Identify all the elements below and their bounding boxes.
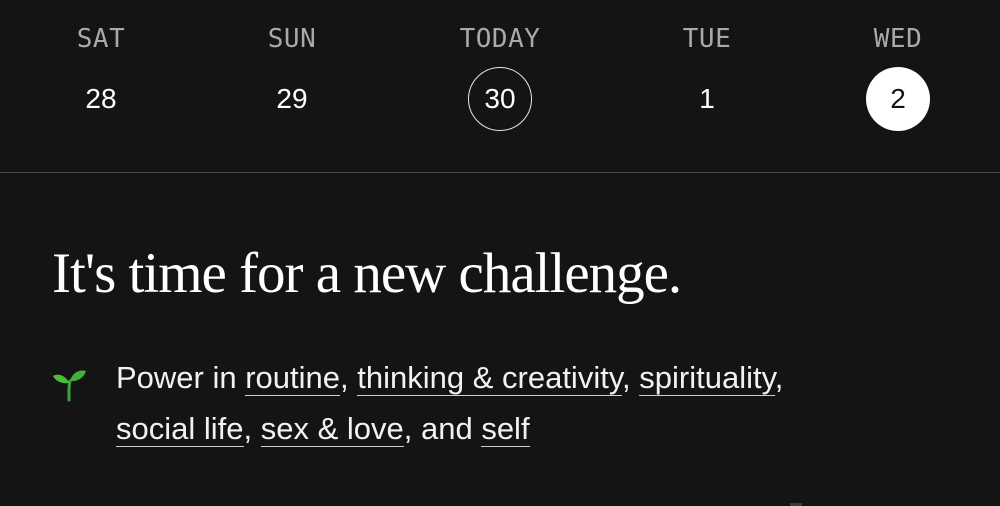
day-wed[interactable]: WED 2: [838, 0, 958, 172]
day-sat[interactable]: SAT 28: [41, 0, 161, 172]
area-link-self[interactable]: self: [481, 411, 530, 447]
area-link-thinking-creativity[interactable]: thinking & creativity: [357, 360, 623, 396]
day-number: 29: [276, 83, 308, 114]
separator: ,: [774, 360, 784, 395]
conjunction: , and: [403, 411, 482, 446]
challenge-headline: It's time for a new challenge.: [52, 242, 682, 305]
day-label: TUE: [682, 24, 732, 54]
separator: ,: [340, 360, 358, 395]
day-today[interactable]: TODAY 30: [440, 0, 560, 172]
seedling-icon: [53, 370, 86, 402]
focus-areas: Power in routine, thinking & creativity,…: [116, 352, 916, 454]
focus-intro: Power in: [116, 360, 246, 395]
area-link-sex-love[interactable]: sex & love: [260, 411, 404, 447]
today-circle: 30: [468, 67, 532, 131]
day-label: TODAY: [459, 24, 541, 54]
separator: ,: [243, 411, 261, 446]
day-label: SUN: [267, 24, 317, 54]
day-sun[interactable]: SUN 29: [232, 0, 352, 172]
day-label: SAT: [76, 24, 126, 54]
area-link-routine[interactable]: routine: [245, 360, 341, 396]
day-tue[interactable]: TUE 1: [647, 0, 767, 172]
day-label: WED: [873, 24, 923, 54]
divider: [0, 172, 1000, 173]
area-link-spirituality[interactable]: spirituality: [639, 360, 775, 396]
date-strip: SAT 28 SUN 29 TODAY 30 TUE 1 WED 2: [0, 0, 1000, 172]
separator: ,: [622, 360, 640, 395]
area-link-social-life[interactable]: social life: [116, 411, 244, 447]
day-number: 1: [699, 83, 715, 114]
day-number: 28: [85, 83, 117, 114]
selected-day-circle: 2: [866, 67, 930, 131]
